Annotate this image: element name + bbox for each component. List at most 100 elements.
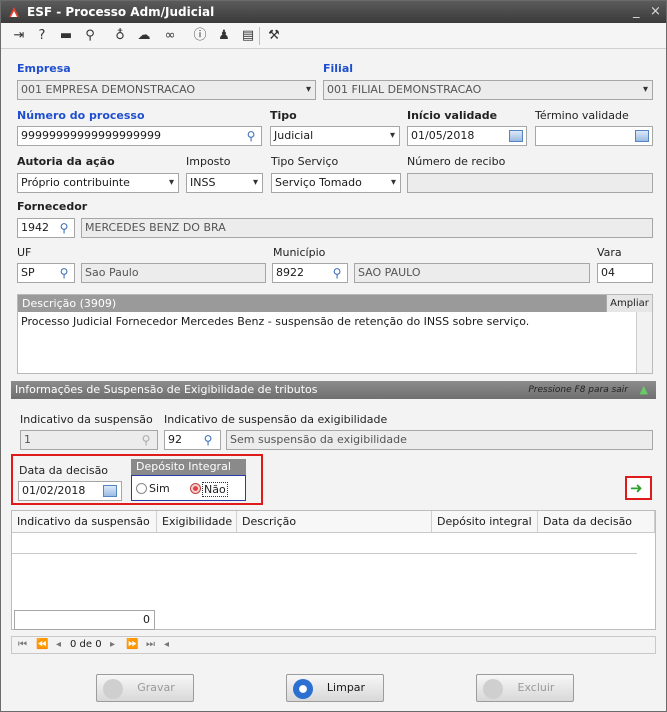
keyboard-icon[interactable]: ▬ [57,27,75,45]
add-forward-button[interactable]: ➜ [625,476,652,500]
nav-next-icon[interactable]: ▸ [110,637,115,653]
empresa-label: Empresa [17,62,71,75]
nav-last-icon[interactable]: ⏭ [146,637,155,653]
deposito-nao-label[interactable]: Não [202,482,228,497]
grid-footer-total: 0 [14,610,155,630]
filial-label: Filial [323,62,354,75]
x-icon [483,679,503,699]
exigibilidade-label: Indicativo de suspensão da exigibilidade [164,413,388,426]
suspensao-grid: Indicativo da suspensão Exigibilidade De… [11,510,656,630]
excluir-button[interactable]: Excluir [476,674,574,702]
deposito-sim-radio[interactable] [136,483,147,494]
grid-header-data-decisao[interactable]: Data da decisão [538,511,655,533]
nav-scroll-left-icon[interactable]: ◂ [164,637,169,653]
search-icon[interactable]: ⚲ [198,431,218,449]
numero-recibo-label: Número de recibo [407,155,506,168]
window-title: ESF - Processo Adm/Judicial [27,5,215,19]
calendar-icon[interactable] [635,130,649,142]
uf-name-field: Sao Paulo [81,263,266,283]
nav-next-page-icon[interactable]: ⏩ [126,637,138,653]
search-icon[interactable]: ⚲ [327,264,347,282]
exit-icon[interactable]: ⇥ [10,27,28,45]
grid-navigator: ⏮ ⏪ ◂ 0 de 0 ▸ ⏩ ⏭ ◂ [11,636,656,654]
brain-icon[interactable]: ☁ [135,27,153,45]
user-icon[interactable]: ♟ [215,27,233,45]
info-icon[interactable]: ⓘ [191,27,209,45]
main-window: ESF - Processo Adm/Judicial _ × ⇥ ? ▬ ⚲ … [0,0,667,712]
termino-validade-label: Término validade [535,109,629,122]
fornecedor-name-field: MERCEDES BENZ DO BRA [81,218,653,238]
numero-recibo-input[interactable] [407,173,653,193]
excluir-label: Excluir [517,681,555,694]
imposto-select[interactable]: INSS [186,173,263,193]
data-decisao-label: Data da decisão [19,464,109,477]
grid-header-deposito[interactable]: Depósito integral [432,511,538,533]
indicativo-suspensao-label: Indicativo da suspensão [20,413,153,426]
calendar-icon[interactable] [103,485,117,497]
nav-position: 0 de 0 [70,639,102,650]
grid-header-indicativo[interactable]: Indicativo da suspensão [12,511,157,533]
gravar-label: Gravar [137,681,175,694]
municipio-name-field: SAO PAULO [354,263,590,283]
search-icon[interactable]: ⚲ [81,27,99,45]
app-logo-icon [9,7,19,17]
tools-icon[interactable]: ⚒ [265,27,283,45]
filial-select[interactable]: 001 FILIAL DEMONSTRACAO [323,80,653,100]
imposto-label: Imposto [186,155,231,168]
arrow-right-icon: ➜ [630,479,643,497]
inicio-validade-label: Início validade [407,109,498,122]
minimize-button[interactable]: _ [633,4,640,19]
title-bar: ESF - Processo Adm/Judicial _ × [1,1,666,23]
search-icon[interactable]: ⚲ [54,264,74,282]
link-icon[interactable]: ∞ [161,27,179,45]
uf-label: UF [17,246,32,259]
limpar-label: Limpar [326,681,366,694]
autoria-label: Autoria da ação [17,155,115,168]
tipo-servico-select[interactable]: Serviço Tomado [271,173,401,193]
grid-header-descricao[interactable]: Descrição [237,511,432,533]
search-icon[interactable]: ⚲ [54,219,74,237]
vara-label: Vara [597,246,622,259]
grid-row-line [12,553,637,554]
nav-prev-icon[interactable]: ◂ [56,637,61,653]
tipo-select[interactable]: Judicial [270,126,400,146]
ampliar-button[interactable]: Ampliar [606,295,652,312]
municipio-label: Município [273,246,326,259]
descricao-header: Descrição (3909) [18,295,652,312]
lightbulb-icon[interactable]: ♁ [111,27,129,45]
descricao-textarea[interactable]: Descrição (3909) Ampliar Processo Judici… [17,294,653,374]
tipo-label: Tipo [270,109,297,122]
nav-first-icon[interactable]: ⏮ [18,637,27,653]
minus-icon [293,679,313,699]
numero-processo-label: Número do processo [17,109,145,122]
toolbar-separator [259,27,260,45]
search-icon[interactable]: ⚲ [241,127,261,145]
help-icon[interactable]: ? [33,27,51,45]
deposito-sim-label[interactable]: Sim [149,482,170,495]
suspensao-section-header: Informações de Suspensão de Exigibilidad… [11,381,656,399]
limpar-button[interactable]: Limpar [286,674,384,702]
fornecedor-label: Fornecedor [17,200,88,213]
close-button[interactable]: × [650,4,661,19]
descricao-text: Processo Judicial Fornecedor Mercedes Be… [21,315,530,328]
gravar-button[interactable]: Gravar [96,674,194,702]
grid-header-exigibilidade[interactable]: Exigibilidade [157,511,237,533]
suspensao-title: Informações de Suspensão de Exigibilidad… [15,383,318,396]
calendar-icon[interactable] [509,130,523,142]
exigibilidade-desc-field: Sem suspensão da exigibilidade [226,430,653,450]
check-icon [103,679,123,699]
autoria-select[interactable]: Próprio contribuinte [17,173,179,193]
empresa-select[interactable]: 001 EMPRESA DEMONSTRACAO [17,80,316,100]
collapse-arrow-icon[interactable]: ▲ [640,381,648,399]
f8-hint: Pressione F8 para sair [528,385,628,395]
nav-prev-page-icon[interactable]: ⏪ [36,637,48,653]
search-icon: ⚲ [141,433,151,447]
deposito-integral-group: Sim Não [131,475,246,501]
document-icon[interactable]: ▤ [239,27,257,45]
numero-processo-input[interactable]: 99999999999999999999 [17,126,262,146]
deposito-integral-header: Depósito Integral [131,459,246,475]
deposito-nao-radio[interactable] [190,483,201,494]
toolbar: ⇥ ? ▬ ⚲ ♁ ☁ ∞ ⓘ ♟ ▤ ⚒ [1,23,666,49]
descricao-scrollbar[interactable] [636,312,652,373]
vara-input[interactable]: 04 [597,263,653,283]
